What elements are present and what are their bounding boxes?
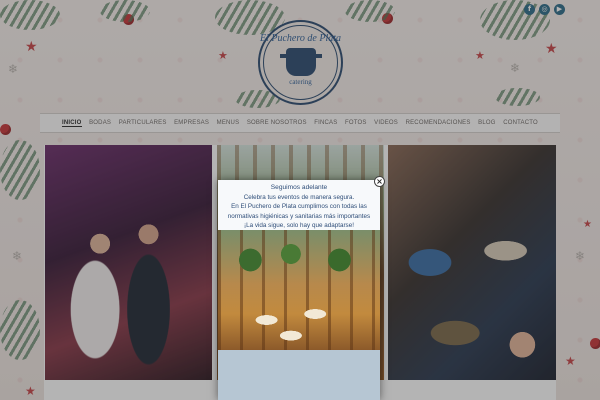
popup-footer — [218, 350, 380, 400]
popup-title: Seguimos adelante — [270, 184, 328, 191]
popup-line-2: En El Puchero de Plata cumplimos con tod… — [227, 203, 371, 220]
logo-subtitle: catering — [289, 78, 312, 86]
close-icon[interactable]: × — [374, 176, 385, 187]
popup-line-1: Celebra tus eventos de manera segura. — [243, 193, 355, 201]
popup-banquet-photo — [218, 230, 380, 350]
popup-message: Seguimos adelante Celebra tus eventos de… — [218, 180, 380, 230]
announcement-popup: Seguimos adelante Celebra tus eventos de… — [218, 180, 380, 400]
logo-name: El Puchero de Plata — [260, 33, 341, 44]
